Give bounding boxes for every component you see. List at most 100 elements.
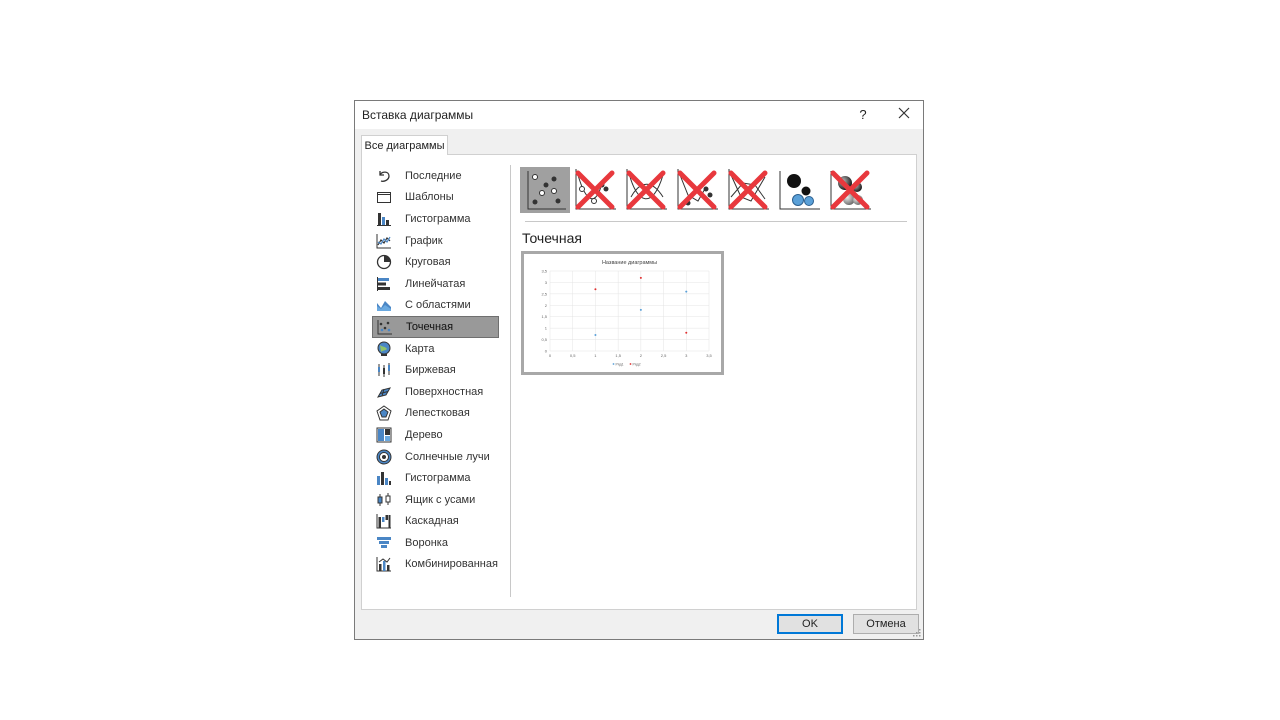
histogram-chart-icon [377,472,391,486]
line-chart-icon [376,233,391,249]
sidebar-item-label: Лепестковая [405,407,470,420]
data-point-series1 [685,290,688,293]
sidebar-item[interactable]: График [372,230,512,252]
y-tick-label: 1 [545,326,548,331]
sidebar-item[interactable]: Последние [372,165,512,187]
scatter-straight-lines-markers-icon [677,169,718,210]
gallery-divider [525,221,907,222]
sidebar-item[interactable]: Лепестковая [372,403,512,425]
sidebar-item-label: Комбинированная [405,558,498,571]
chart-subtype-option[interactable] [674,167,720,213]
y-tick-label: 3 [545,280,548,285]
y-tick-label: 0,5 [541,337,547,342]
title-bar: Вставка диаграммы ? [355,101,923,129]
legend-label: Ряд2 [633,362,641,366]
x-tick-label: 0 [549,353,552,358]
legend-label: Ряд1 [616,362,624,366]
sidebar-item[interactable]: Шаблоны [372,187,512,209]
chart-subtype-option[interactable] [623,167,669,213]
x-tick-label: 1 [594,353,597,358]
resize-grip[interactable] [913,629,921,637]
sidebar-item-label: Последние [405,169,462,182]
surface-chart-icon [376,386,392,398]
sidebar-item[interactable]: Комбинированная [372,554,512,576]
sidebar-item-label: График [405,234,443,247]
insert-chart-dialog: Вставка диаграммы ? Все диаграммы Послед… [354,100,924,640]
sidebar-item-label: Гистограмма [405,472,471,485]
x-tick-label: 2,5 [661,353,667,358]
sidebar-item[interactable]: С областями [372,295,512,317]
undo-icon [379,170,390,182]
x-tick-label: 1,5 [615,353,621,358]
close-button[interactable] [889,105,919,125]
y-tick-label: 3,5 [541,269,547,274]
sidebar-item[interactable]: Каскадная [372,511,512,533]
sidebar-item-label: Поверхностная [405,385,484,398]
sidebar-item-label: Каскадная [405,515,459,528]
x-tick-label: 0,5 [570,353,576,358]
chart-subtype-option[interactable] [827,167,873,213]
x-tick-label: 3 [685,353,688,358]
ok-button[interactable]: OK [777,614,843,634]
scatter-smooth-lines-markers-icon [575,169,616,210]
chart-subtype-option[interactable] [572,167,618,213]
y-tick-label: 1,5 [541,314,547,319]
bubble-3d-icon [830,170,871,210]
scatter-smooth-lines-icon [626,169,667,210]
chart-subtype-option[interactable] [725,167,771,213]
chart-type-list: Последние Шаблоны Гистограмма График Кругова… [372,165,512,575]
funnel-chart-icon [377,536,391,548]
data-point-series2 [594,288,597,291]
sidebar-item-label: С областями [405,299,471,312]
sidebar-item-label: Дерево [405,428,443,441]
chart-title: Название диаграммы [602,260,657,266]
folder-icon [377,192,391,204]
sidebar-item[interactable]: Точечная [372,316,499,338]
column-chart-icon [377,212,391,226]
sidebar-item[interactable]: Дерево [372,424,512,446]
cancel-button[interactable]: Отмена [853,614,919,634]
sidebar-item-label: Биржевая [405,364,456,377]
sidebar-item[interactable]: Поверхностная [372,381,512,403]
sunburst-chart-icon [376,449,392,465]
x-tick-label: 2 [640,353,643,358]
x-tick-label: 3,5 [706,353,712,358]
data-point-series1 [594,334,597,336]
chart-subtype-option[interactable] [520,167,570,213]
sidebar-item[interactable]: Гистограмма [372,208,512,230]
sidebar-item[interactable]: Воронка [372,532,512,554]
box-whisker-chart-icon [377,492,391,506]
bubble-icon [779,171,820,210]
data-point-series2 [685,331,688,334]
sidebar-item-label: Солнечные лучи [405,450,490,463]
chart-subtype-option[interactable] [776,167,822,213]
sidebar-item-label: Гистограмма [405,212,471,225]
sidebar-item-label: Карта [405,342,435,355]
sidebar-item[interactable]: Солнечные лучи [372,446,512,468]
chart-preview: Название диаграммы 0 0,5 1 1,5 2 2,5 3 3,5 0 0,5 1 1… [521,251,724,375]
sidebar-item[interactable]: Карта [372,338,512,360]
chart-panel: Последние Шаблоны Гистограмма График Кругова… [361,154,917,610]
help-button[interactable]: ? [851,105,875,125]
waterfall-chart-icon [376,514,391,529]
dialog-title: Вставка диаграммы [362,108,474,122]
pie-chart-icon [376,255,392,270]
sidebar-item-label: Ящик с усами [405,493,476,506]
sidebar-item[interactable]: Гистограмма [372,467,512,489]
sidebar-item-label: Воронка [405,536,448,549]
scatter-straight-lines-icon [728,169,769,210]
legend-marker [629,363,632,365]
legend-marker [612,363,615,365]
sidebar-item[interactable]: Ящик с усами [372,489,512,511]
data-point-series2 [639,276,642,279]
sidebar-item[interactable]: Круговая [372,251,512,273]
stock-chart-icon [378,363,390,378]
sidebar-item-label: Линейчатая [405,277,466,290]
cross-icon [728,170,768,210]
sidebar-item[interactable]: Биржевая [372,359,512,381]
sidebar-item-label: Шаблоны [405,191,454,204]
area-chart-icon [377,301,391,312]
sidebar-item[interactable]: Линейчатая [372,273,512,295]
tab-all-charts[interactable]: Все диаграммы [361,135,448,155]
map-chart-icon [377,341,391,356]
